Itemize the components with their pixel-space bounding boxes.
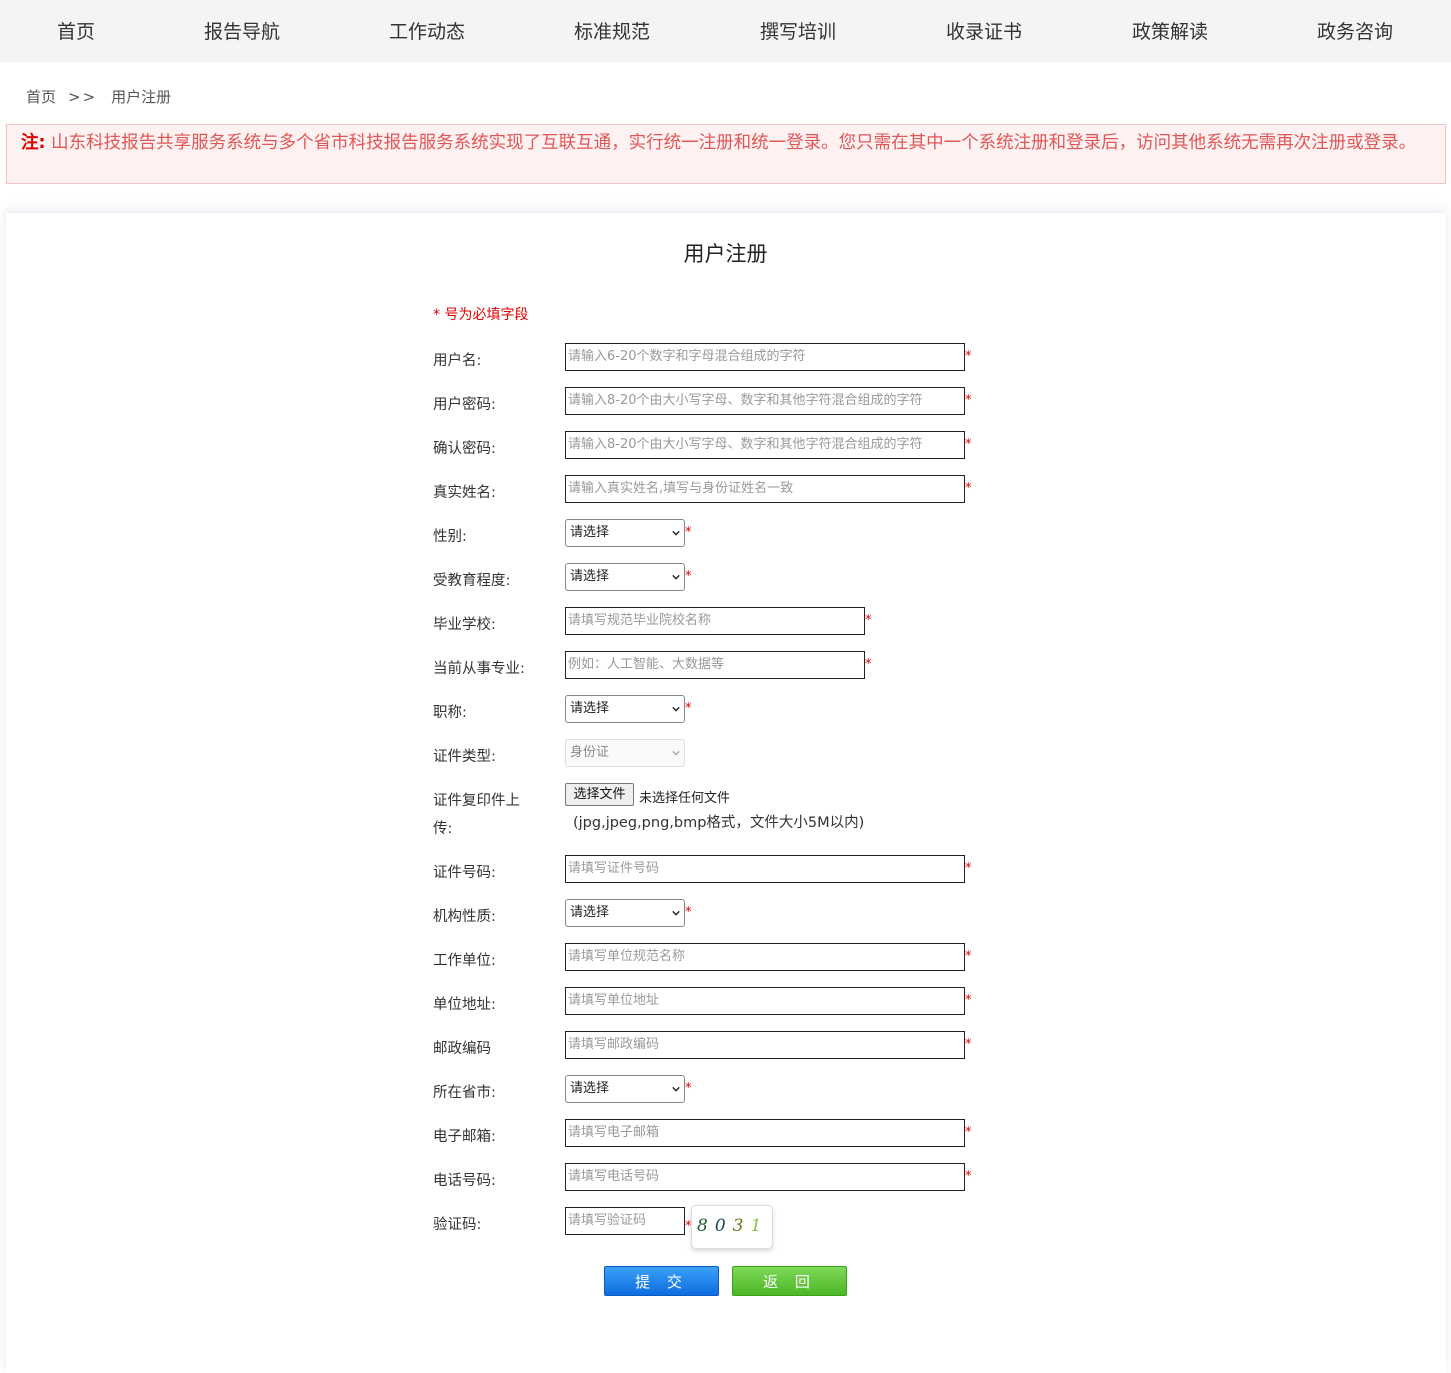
required-star: *	[965, 993, 972, 1008]
required-star: *	[685, 1081, 692, 1096]
major-label: 当前从事专业:	[433, 661, 525, 677]
captcha-digit: 3	[732, 1216, 751, 1236]
id-number-label: 证件号码:	[433, 865, 496, 881]
id-upload-label: 证件复印件上	[433, 793, 520, 809]
province-label: 所在省市:	[433, 1085, 496, 1101]
required-star: *	[965, 437, 972, 452]
required-star: *	[965, 1169, 972, 1184]
confirm-password-input[interactable]: 请输入8-20个由大小写字母、数字和其他字符混合组成的字符	[565, 431, 965, 459]
submit-button[interactable]: 提 交	[604, 1266, 719, 1296]
professional-title-select-value: 请选择	[570, 701, 610, 716]
required-star: *	[865, 657, 872, 672]
id-type-label: 证件类型:	[433, 749, 496, 765]
employer-input[interactable]: 请填写单位规范名称	[565, 943, 965, 971]
address-label: 单位地址:	[433, 997, 496, 1013]
major-input[interactable]: 例如：人工智能、大数据等	[565, 651, 865, 679]
captcha-digit: 0	[714, 1216, 733, 1236]
nav-item-home[interactable]: 首页	[6, 0, 146, 62]
captcha-digit: 8	[697, 1216, 715, 1236]
email-input[interactable]: 请填写电子邮箱	[565, 1119, 965, 1147]
required-star: *	[685, 701, 692, 716]
required-star: *	[965, 349, 972, 364]
nav-item-consulting[interactable]: 政务咨询	[1285, 0, 1425, 62]
postcode-label: 邮政编码	[433, 1041, 491, 1057]
education-select[interactable]: 请选择	[565, 563, 685, 591]
password-label: 用户密码:	[433, 397, 496, 413]
chevron-down-icon	[672, 750, 680, 756]
file-status: 未选择任何文件	[639, 791, 731, 806]
nav-item-certificates[interactable]: 收录证书	[914, 0, 1054, 62]
education-select-value: 请选择	[570, 569, 610, 584]
page-title: 用户注册	[683, 242, 768, 266]
email-label: 电子邮箱:	[433, 1129, 496, 1145]
id-type-select: 身份证	[565, 739, 685, 767]
required-star: *	[965, 481, 972, 496]
nav-item-work-news[interactable]: 工作动态	[357, 0, 497, 62]
notice-text: 山东科技报告共享服务系统与多个省市科技报告服务系统实现了互联互通，实行统一注册和…	[51, 133, 1417, 153]
postcode-input[interactable]: 请填写邮政编码	[565, 1031, 965, 1059]
professional-title-select[interactable]: 请选择	[565, 695, 685, 723]
phone-label: 电话号码:	[433, 1173, 496, 1189]
nav-item-writing-training[interactable]: 撰写培训	[728, 0, 868, 62]
file-format-hint: (jpg,jpeg,png,bmp格式，文件大小5M以内)	[573, 815, 865, 831]
province-select-value: 请选择	[570, 1081, 610, 1096]
back-button[interactable]: 返 回	[732, 1266, 847, 1296]
real-name-input[interactable]: 请输入真实姓名,填写与身份证姓名一致	[565, 475, 965, 503]
chevron-down-icon	[672, 530, 680, 536]
phone-input[interactable]: 请填写电话号码	[565, 1163, 965, 1191]
education-label: 受教育程度:	[433, 573, 511, 589]
gender-select-value: 请选择	[570, 525, 610, 540]
required-star: *	[965, 861, 972, 876]
chevron-down-icon	[672, 574, 680, 580]
breadcrumb-home[interactable]: 首页	[26, 86, 56, 107]
required-star: *	[685, 569, 692, 584]
gender-label: 性别:	[433, 529, 467, 545]
chevron-down-icon	[672, 706, 680, 712]
choose-file-button[interactable]: 选择文件	[565, 783, 634, 806]
school-input[interactable]: 请填写规范毕业院校名称	[565, 607, 865, 635]
breadcrumb-separator: >>	[68, 88, 98, 106]
org-type-select-value: 请选择	[570, 905, 610, 920]
password-input[interactable]: 请输入8-20个由大小写字母、数字和其他字符混合组成的字符	[565, 387, 965, 415]
gender-select[interactable]: 请选择	[565, 519, 685, 547]
nav-item-standards[interactable]: 标准规范	[542, 0, 682, 62]
id-upload-label-cont: 传:	[433, 821, 453, 837]
captcha-input[interactable]: 请填写验证码	[565, 1207, 685, 1235]
required-star: *	[965, 1037, 972, 1052]
chevron-down-icon	[672, 1086, 680, 1092]
notice-banner: 注: 山东科技报告共享服务系统与多个省市科技报告服务系统实现了互联互通，实行统一…	[6, 124, 1446, 184]
org-type-select[interactable]: 请选择	[565, 899, 685, 927]
required-star: *	[685, 905, 692, 920]
captcha-image[interactable]: 8031	[691, 1205, 773, 1249]
id-type-select-value: 身份证	[570, 745, 610, 760]
notice-prefix: 注:	[21, 133, 46, 153]
nav-item-policy[interactable]: 政策解读	[1100, 0, 1240, 62]
real-name-label: 真实姓名:	[433, 485, 496, 501]
top-nav: 首页 报告导航 工作动态 标准规范 撰写培训 收录证书 政策解读 政务咨询	[0, 0, 1451, 62]
professional-title-label: 职称:	[433, 705, 467, 721]
required-star: *	[965, 1125, 972, 1140]
username-input[interactable]: 请输入6-20个数字和字母混合组成的字符	[565, 343, 965, 371]
nav-item-report-navigation[interactable]: 报告导航	[172, 0, 312, 62]
breadcrumb-current: 用户注册	[111, 88, 172, 106]
required-star: *	[685, 525, 692, 540]
username-label: 用户名:	[433, 353, 482, 369]
address-input[interactable]: 请填写单位地址	[565, 987, 965, 1015]
captcha-label: 验证码:	[433, 1217, 482, 1233]
org-type-label: 机构性质:	[433, 909, 496, 925]
employer-label: 工作单位:	[433, 953, 496, 969]
chevron-down-icon	[672, 910, 680, 916]
captcha-digit: 1	[750, 1216, 769, 1236]
confirm-password-label: 确认密码:	[433, 441, 496, 457]
required-star: *	[865, 613, 872, 628]
id-number-input[interactable]: 请填写证件号码	[565, 855, 965, 883]
breadcrumb: 首页 >> 用户注册	[26, 86, 171, 107]
required-star: *	[965, 393, 972, 408]
province-select[interactable]: 请选择	[565, 1075, 685, 1103]
required-note: * 号为必填字段	[433, 307, 529, 323]
required-star: *	[965, 949, 972, 964]
school-label: 毕业学校:	[433, 617, 496, 633]
